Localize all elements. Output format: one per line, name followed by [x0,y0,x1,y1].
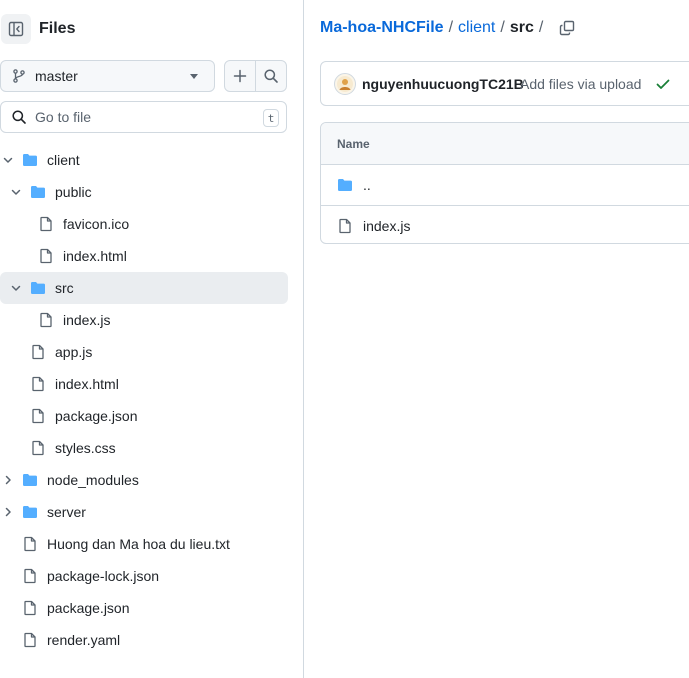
main-content: Ma-hoa-NHCFile / client / src / nguyenhu… [305,0,689,678]
file-icon [337,218,353,234]
tree-actions [224,60,287,92]
file-icon [38,216,54,232]
folder-icon [30,280,46,296]
folder-icon [22,472,38,488]
git-branch-icon [13,69,25,83]
file-icon [38,312,54,328]
tree-item-label: favicon.ico [63,216,130,232]
search-icon [12,110,26,124]
go-to-file-placeholder: Go to file [35,109,92,125]
copy-icon [559,20,575,36]
tree-item-label: app.js [55,344,93,360]
search-icon [264,69,279,83]
tree-item-label: package.json [55,408,138,424]
tree-file-item[interactable]: index.js [0,304,288,336]
chevron-right-icon[interactable] [0,472,16,488]
sidebar-collapse-icon [8,21,24,37]
tree-item-label: index.html [63,248,127,264]
chevron-down-icon[interactable] [0,152,16,168]
file-icon [30,440,46,456]
tree-folder-item[interactable]: src [0,272,288,304]
tree-item-label: render.yaml [47,632,121,648]
tree-item-label: client [47,152,80,168]
breadcrumb-separator: / [500,19,505,36]
branch-selector-button[interactable]: master [0,60,215,92]
table-row[interactable]: index.js [321,205,689,243]
folder-icon [30,184,46,200]
commit-message-link[interactable]: Add files via upload [520,76,641,92]
file-icon [30,344,46,360]
latest-commit-box: nguyenhuucuongTC21B Add files via upload [320,61,689,106]
file-icon [22,568,38,584]
tree-folder-item[interactable]: node_modules [0,464,288,496]
collapse-sidebar-button[interactable] [1,14,31,44]
file-tree: client public favicon.ico index.html src inde… [0,144,288,656]
branch-name: master [35,68,78,84]
table-header: Name [321,123,689,165]
folder-icon [22,504,38,520]
tree-item-label: index.html [55,376,119,392]
directory-table: Name .. index.js [320,122,689,244]
file-icon [30,408,46,424]
sidebar-title: Files [39,20,76,37]
tree-file-item[interactable]: index.html [0,368,288,400]
column-header-name: Name [337,137,370,151]
tree-file-item[interactable]: favicon.ico [0,208,288,240]
tree-item-label: public [55,184,92,200]
file-icon [30,376,46,392]
chevron-right-icon[interactable] [0,504,16,520]
folder-icon [337,177,353,193]
tree-file-item[interactable]: package.json [0,592,288,624]
breadcrumb: Ma-hoa-NHCFile / client / src / [320,19,548,37]
tree-file-item[interactable]: package.json [0,400,288,432]
table-body: .. index.js [321,165,689,243]
file-icon [22,536,38,552]
tree-file-item[interactable]: app.js [0,336,288,368]
commit-author-link[interactable]: nguyenhuucuongTC21B [362,76,524,92]
user-avatar-icon [337,76,353,92]
avatar[interactable] [334,73,356,95]
tree-item-label: server [47,504,86,520]
search-code-button[interactable] [255,61,286,91]
file-icon [22,600,38,616]
tree-item-label: package.json [47,600,130,616]
check-icon[interactable] [655,76,671,92]
tree-item-label: package-lock.json [47,568,160,584]
breadcrumb-separator: / [538,19,544,36]
breadcrumb-repo-link[interactable]: Ma-hoa-NHCFile [320,19,444,37]
breadcrumb-separator: / [448,19,454,36]
tree-item-label: Huong dan Ma hoa du lieu.txt [47,536,230,552]
table-row-name-link[interactable]: index.js [363,218,410,234]
folder-icon [22,152,38,168]
chevron-down-icon [190,74,198,79]
tree-item-label: src [55,280,74,296]
chevron-down-icon[interactable] [8,184,24,200]
tree-file-item[interactable]: Huong dan Ma hoa du lieu.txt [0,528,288,560]
file-icon [38,248,54,264]
tree-file-item[interactable]: render.yaml [0,624,288,656]
tree-folder-item[interactable]: server [0,496,288,528]
keyboard-shortcut-hint: t [263,109,279,127]
tree-item-label: index.js [63,312,111,328]
table-row-name-link[interactable]: .. [363,177,371,193]
tree-file-item[interactable]: package-lock.json [0,560,288,592]
tree-item-label: node_modules [47,472,139,488]
file-tree-sidebar: Files master Go to file t client public … [0,0,304,678]
tree-folder-item[interactable]: client [0,144,288,176]
tree-item-label: styles.css [55,440,116,456]
tree-file-item[interactable]: styles.css [0,432,288,464]
tree-file-item[interactable]: index.html [0,240,288,272]
copy-path-button[interactable] [555,16,579,40]
file-icon [22,632,38,648]
breadcrumb-current: src [509,19,534,36]
tree-folder-item[interactable]: public [0,176,288,208]
plus-icon [233,69,247,83]
add-file-button[interactable] [225,61,255,91]
chevron-down-icon[interactable] [8,280,24,296]
sidebar-header: Files [0,12,300,46]
parent-directory-row[interactable]: .. [321,165,689,205]
breadcrumb-client-link[interactable]: client [458,19,495,37]
go-to-file-input[interactable]: Go to file t [0,101,287,133]
